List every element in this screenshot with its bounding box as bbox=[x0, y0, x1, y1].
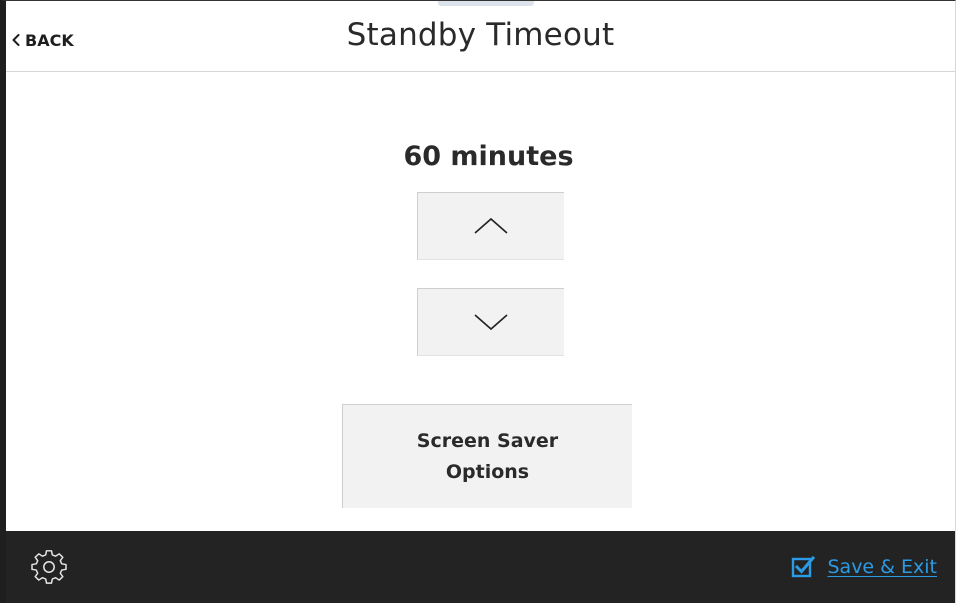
settings-button[interactable] bbox=[30, 549, 68, 587]
screen-saver-options-label: Screen Saver Options bbox=[388, 426, 588, 488]
screen-saver-options-button[interactable]: Screen Saver Options bbox=[342, 404, 632, 508]
gear-icon bbox=[31, 550, 67, 584]
header-bar: BACK Standby Timeout bbox=[6, 1, 955, 72]
footer-bar: Save & Exit bbox=[6, 531, 955, 603]
decrease-timeout-button[interactable] bbox=[417, 288, 564, 356]
increase-timeout-button[interactable] bbox=[417, 192, 564, 260]
save-exit-label: Save & Exit bbox=[827, 556, 937, 578]
standby-timeout-screen: BACK Standby Timeout 60 minutes Screen S… bbox=[0, 0, 956, 603]
chevron-up-icon bbox=[474, 217, 508, 234]
checkbox-checked-icon bbox=[792, 555, 816, 578]
screen-saver-label-line2: Options bbox=[445, 460, 530, 483]
save-exit-button[interactable]: Save & Exit bbox=[791, 555, 937, 579]
page-title: Standby Timeout bbox=[346, 17, 615, 53]
timeout-value: 60 minutes bbox=[403, 141, 574, 172]
screen-saver-label-line1: Screen Saver bbox=[416, 429, 559, 452]
chevron-down-icon bbox=[474, 314, 508, 331]
